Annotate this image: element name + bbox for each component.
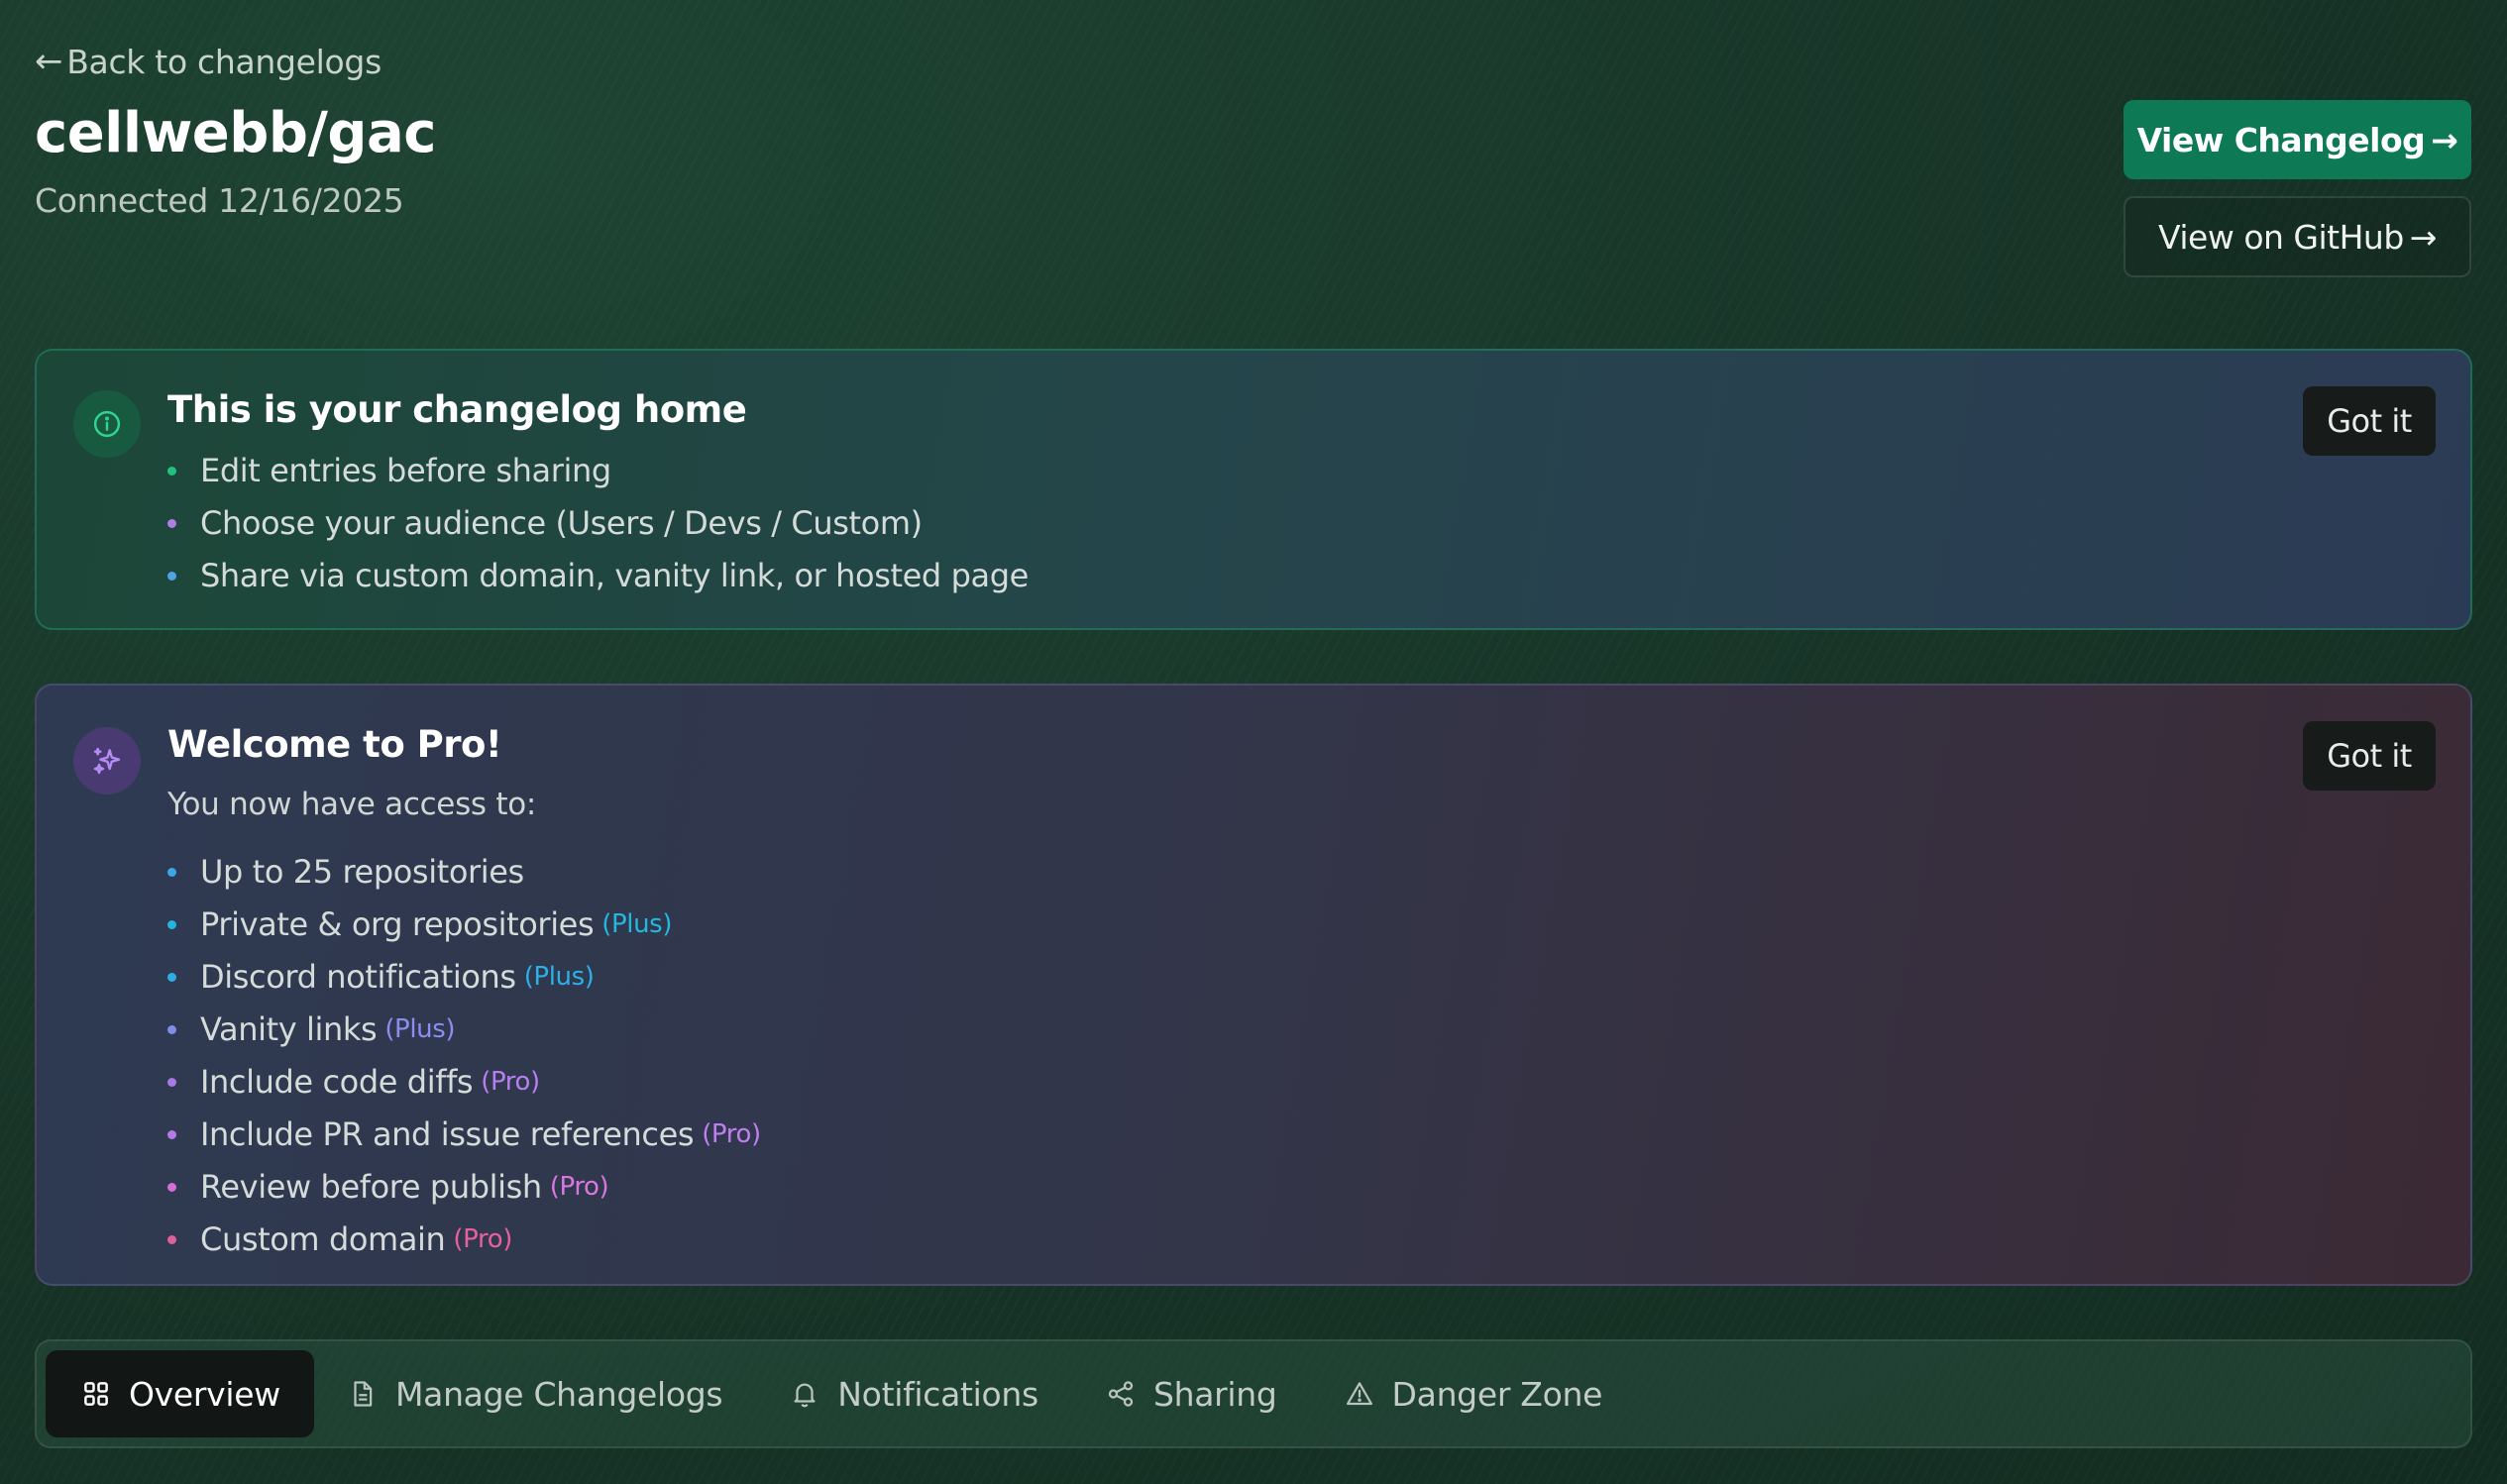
dismiss-home-card-button[interactable]: Got it	[2303, 386, 2436, 456]
bullet-dot	[167, 920, 176, 929]
view-changelog-label: View Changelog	[2136, 120, 2426, 159]
list-item: Private & org repositories (Plus)	[167, 899, 761, 951]
share-icon	[1108, 1381, 1134, 1407]
list-item: Share via custom domain, vanity link, or…	[167, 550, 1029, 602]
list-item: Include code diffs (Pro)	[167, 1056, 761, 1109]
list-item-text: Private & org repositories	[200, 905, 595, 943]
pro-card-subtitle: You now have access to:	[167, 787, 537, 822]
list-item: Edit entries before sharing	[167, 445, 1029, 497]
bullet-dot	[167, 467, 176, 476]
list-item: Discord notifications (Plus)	[167, 951, 761, 1004]
view-on-github-label: View on GitHub	[2158, 217, 2404, 257]
list-item-text: Up to 25 repositories	[200, 853, 524, 891]
bullet-dot	[167, 572, 176, 581]
tab-label: Manage Changelogs	[394, 1374, 723, 1414]
grid-icon	[84, 1382, 108, 1406]
plan-tier-badge: (Plus)	[384, 1014, 456, 1044]
view-on-github-button[interactable]: View on GitHub →	[2124, 196, 2471, 277]
plan-tier-badge: (Plus)	[601, 909, 673, 939]
back-link-label: Back to changelogs	[66, 42, 382, 81]
list-item: Vanity links (Plus)	[167, 1004, 761, 1056]
bullet-dot	[167, 519, 176, 528]
warning-icon	[1346, 1382, 1372, 1406]
home-card-title: This is your changelog home	[167, 388, 747, 431]
tab-label: Overview	[129, 1374, 280, 1414]
back-to-changelogs-link[interactable]: ← Back to changelogs	[35, 42, 382, 81]
list-item-text: Edit entries before sharing	[200, 452, 611, 489]
welcome-pro-card: Welcome to Pro! You now have access to: …	[35, 684, 2472, 1286]
sparkles-icon	[73, 727, 141, 795]
bullet-dot	[167, 1183, 176, 1192]
arrow-right-icon: →	[2431, 120, 2458, 159]
arrow-right-icon: →	[2409, 217, 2438, 257]
bell-icon	[794, 1383, 816, 1408]
list-item-text: Discord notifications	[200, 958, 516, 996]
list-item: Up to 25 repositories	[167, 846, 761, 899]
tab-notifications[interactable]: Notifications	[756, 1350, 1072, 1437]
list-item-text: Vanity links	[200, 1010, 378, 1048]
bullet-dot	[167, 973, 176, 982]
plan-tier-badge: (Pro)	[453, 1224, 512, 1254]
repo-tabs: Overview Manage Changelogs Notifications	[35, 1339, 2472, 1448]
list-item: Choose your audience (Users / Devs / Cus…	[167, 497, 1029, 550]
plan-tier-badge: (Pro)	[549, 1172, 609, 1202]
changelog-home-card: This is your changelog home Edit entries…	[35, 349, 2472, 630]
document-icon	[354, 1381, 373, 1407]
list-item-text: Review before publish	[200, 1168, 542, 1206]
pro-card-title: Welcome to Pro!	[167, 723, 502, 766]
list-item-text: Choose your audience (Users / Devs / Cus…	[200, 504, 923, 542]
bullet-dot	[167, 1235, 176, 1244]
bullet-dot	[167, 1130, 176, 1139]
tab-label: Notifications	[837, 1374, 1038, 1414]
tab-manage-changelogs[interactable]: Manage Changelogs	[314, 1350, 756, 1437]
tab-label: Danger Zone	[1391, 1374, 1603, 1414]
back-arrow-icon: ←	[35, 42, 63, 81]
list-item-text: Share via custom domain, vanity link, or…	[200, 557, 1029, 594]
plan-tier-badge: (Pro)	[481, 1067, 540, 1097]
tab-danger-zone[interactable]: Danger Zone	[1311, 1350, 1637, 1437]
tab-label: Sharing	[1152, 1374, 1277, 1414]
home-card-list: Edit entries before sharing Choose your a…	[167, 445, 1029, 602]
plan-tier-badge: (Plus)	[523, 962, 595, 992]
tab-sharing[interactable]: Sharing	[1072, 1350, 1311, 1437]
page-title: cellwebb/gac	[35, 101, 436, 165]
list-item: Custom domain (Pro)	[167, 1214, 761, 1266]
view-changelog-button[interactable]: View Changelog →	[2124, 100, 2471, 179]
list-item: Review before publish (Pro)	[167, 1161, 761, 1214]
list-item-text: Include code diffs	[200, 1063, 474, 1101]
plan-tier-badge: (Pro)	[702, 1119, 761, 1149]
bullet-dot	[167, 1078, 176, 1087]
info-icon	[73, 390, 141, 458]
dismiss-pro-card-button[interactable]: Got it	[2303, 721, 2436, 791]
bullet-dot	[167, 1025, 176, 1034]
pro-features-list: Up to 25 repositories Private & org repos…	[167, 846, 761, 1266]
list-item-text: Include PR and issue references	[200, 1115, 695, 1153]
list-item: Include PR and issue references (Pro)	[167, 1109, 761, 1161]
tab-overview[interactable]: Overview	[46, 1350, 314, 1437]
list-item-text: Custom domain	[200, 1220, 446, 1258]
bullet-dot	[167, 868, 176, 877]
repo-page: ← Back to changelogs cellwebb/gac Connec…	[0, 0, 2507, 1484]
connected-date: Connected 12/16/2025	[35, 181, 404, 220]
